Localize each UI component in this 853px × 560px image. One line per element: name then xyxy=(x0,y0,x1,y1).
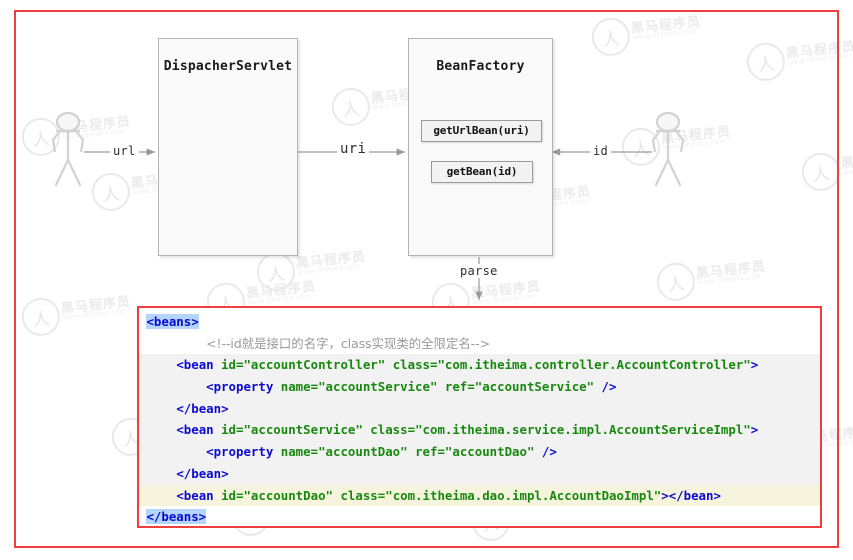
code-token: id= xyxy=(221,422,244,438)
edge-parse-label: parse xyxy=(457,264,501,278)
code-token: <bean xyxy=(176,357,222,373)
code-token: </bean> xyxy=(176,465,229,481)
code-token: "accountService" xyxy=(318,379,438,395)
code-line[interactable]: <bean id="accountDao" class="com.itheima… xyxy=(139,484,820,507)
code-token: <bean xyxy=(176,487,222,503)
code-line[interactable]: </bean> xyxy=(139,397,820,420)
code-token: /> xyxy=(594,379,617,395)
code-line-text: <bean id="accountService" class="com.ith… xyxy=(139,422,758,437)
get-url-bean-button[interactable]: getUrlBean(uri) xyxy=(421,120,542,142)
code-token: > xyxy=(750,357,759,373)
code-token: id= xyxy=(221,487,244,503)
code-line[interactable]: <bean id="accountController" class="com.… xyxy=(139,354,820,377)
code-line-text: <!--id就是接口的名字，class实现类的全限定名--> xyxy=(139,336,490,351)
code-line[interactable]: <property name="accountService" ref="acc… xyxy=(139,376,820,398)
code-token: class= xyxy=(392,357,438,373)
code-line-text: <bean id="accountController" class="com.… xyxy=(139,357,758,372)
code-line[interactable]: <property name="accountDao" ref="account… xyxy=(139,441,820,463)
bean-factory-title: BeanFactory xyxy=(436,59,525,74)
code-line[interactable]: <beans> xyxy=(139,311,820,333)
code-token: > xyxy=(661,487,669,503)
code-line-text: </beans> xyxy=(139,509,207,525)
code-line-text: <beans> xyxy=(139,314,199,329)
code-token: <property xyxy=(206,444,281,460)
edge-uri-label: uri xyxy=(337,141,370,157)
code-token: "com.itheima.dao.impl.AccountDaoImpl" xyxy=(385,487,662,503)
code-line-text: <property name="accountDao" ref="account… xyxy=(139,444,557,459)
left-actor-icon xyxy=(51,111,85,187)
edge-url-label: url xyxy=(110,144,139,158)
code-line-background xyxy=(139,462,820,485)
watermark-url: www.itheima.com xyxy=(62,307,127,322)
right-actor-icon xyxy=(651,111,685,187)
code-token: "com.itheima.service.impl.AccountService… xyxy=(415,422,751,438)
code-line-text: <property name="accountService" ref="acc… xyxy=(139,379,616,394)
code-line-text: <bean id="accountDao" class="com.itheima… xyxy=(139,488,721,503)
code-line-background xyxy=(139,397,820,420)
code-token: name= xyxy=(280,379,319,395)
code-token: id= xyxy=(221,357,244,373)
code-token: "accountService" xyxy=(474,379,595,395)
xml-code-content: <beans> <!--id就是接口的名字，class实现类的全限定名--> <… xyxy=(139,308,820,526)
code-token: "accountController" xyxy=(243,357,386,373)
code-token: <!--id就是接口的名字，class实现类的全限定名--> xyxy=(206,335,491,351)
code-line[interactable]: </beans> xyxy=(139,506,820,526)
code-token: name= xyxy=(280,444,319,460)
code-token: class= xyxy=(370,422,416,438)
watermark-logo-icon: 人 xyxy=(20,296,62,338)
edge-id-label: id xyxy=(590,144,612,158)
architecture-diagram: DispacherServlet BeanFactory getUrlBean(… xyxy=(0,0,853,300)
code-line[interactable]: <!--id就是接口的名字，class实现类的全限定名--> xyxy=(139,333,820,355)
dispatcher-servlet-title: DispacherServlet xyxy=(163,59,293,74)
code-line-text: </bean> xyxy=(139,400,229,416)
code-token: <bean xyxy=(176,422,222,438)
code-token: /> xyxy=(534,444,557,460)
code-token: <property xyxy=(206,379,281,395)
get-bean-button[interactable]: getBean(id) xyxy=(431,161,533,183)
dispatcher-servlet-box[interactable]: DispacherServlet xyxy=(158,38,298,256)
code-token: "accountDao" xyxy=(243,487,333,503)
code-token: </bean> xyxy=(668,487,721,503)
code-line[interactable]: <bean id="accountService" class="com.ith… xyxy=(139,419,820,442)
code-line[interactable]: </bean> xyxy=(139,462,820,485)
code-line-text: </bean> xyxy=(139,465,229,481)
code-token: </bean> xyxy=(176,400,229,416)
code-token: ref= xyxy=(444,379,475,395)
code-token: <beans> xyxy=(146,314,199,329)
xml-code-panel[interactable]: <beans> <!--id就是接口的名字，class实现类的全限定名--> <… xyxy=(137,306,822,528)
code-token: class= xyxy=(340,487,386,503)
code-token: </beans> xyxy=(146,509,207,525)
code-token: "accountDao" xyxy=(444,444,535,460)
code-token: "accountService" xyxy=(243,422,363,438)
code-token: > xyxy=(750,422,759,438)
bean-factory-box[interactable]: BeanFactory xyxy=(408,38,553,256)
code-token: "accountDao" xyxy=(318,444,408,460)
code-token: "com.itheima.controller.AccountControlle… xyxy=(437,357,751,373)
code-token: ref= xyxy=(415,444,445,460)
